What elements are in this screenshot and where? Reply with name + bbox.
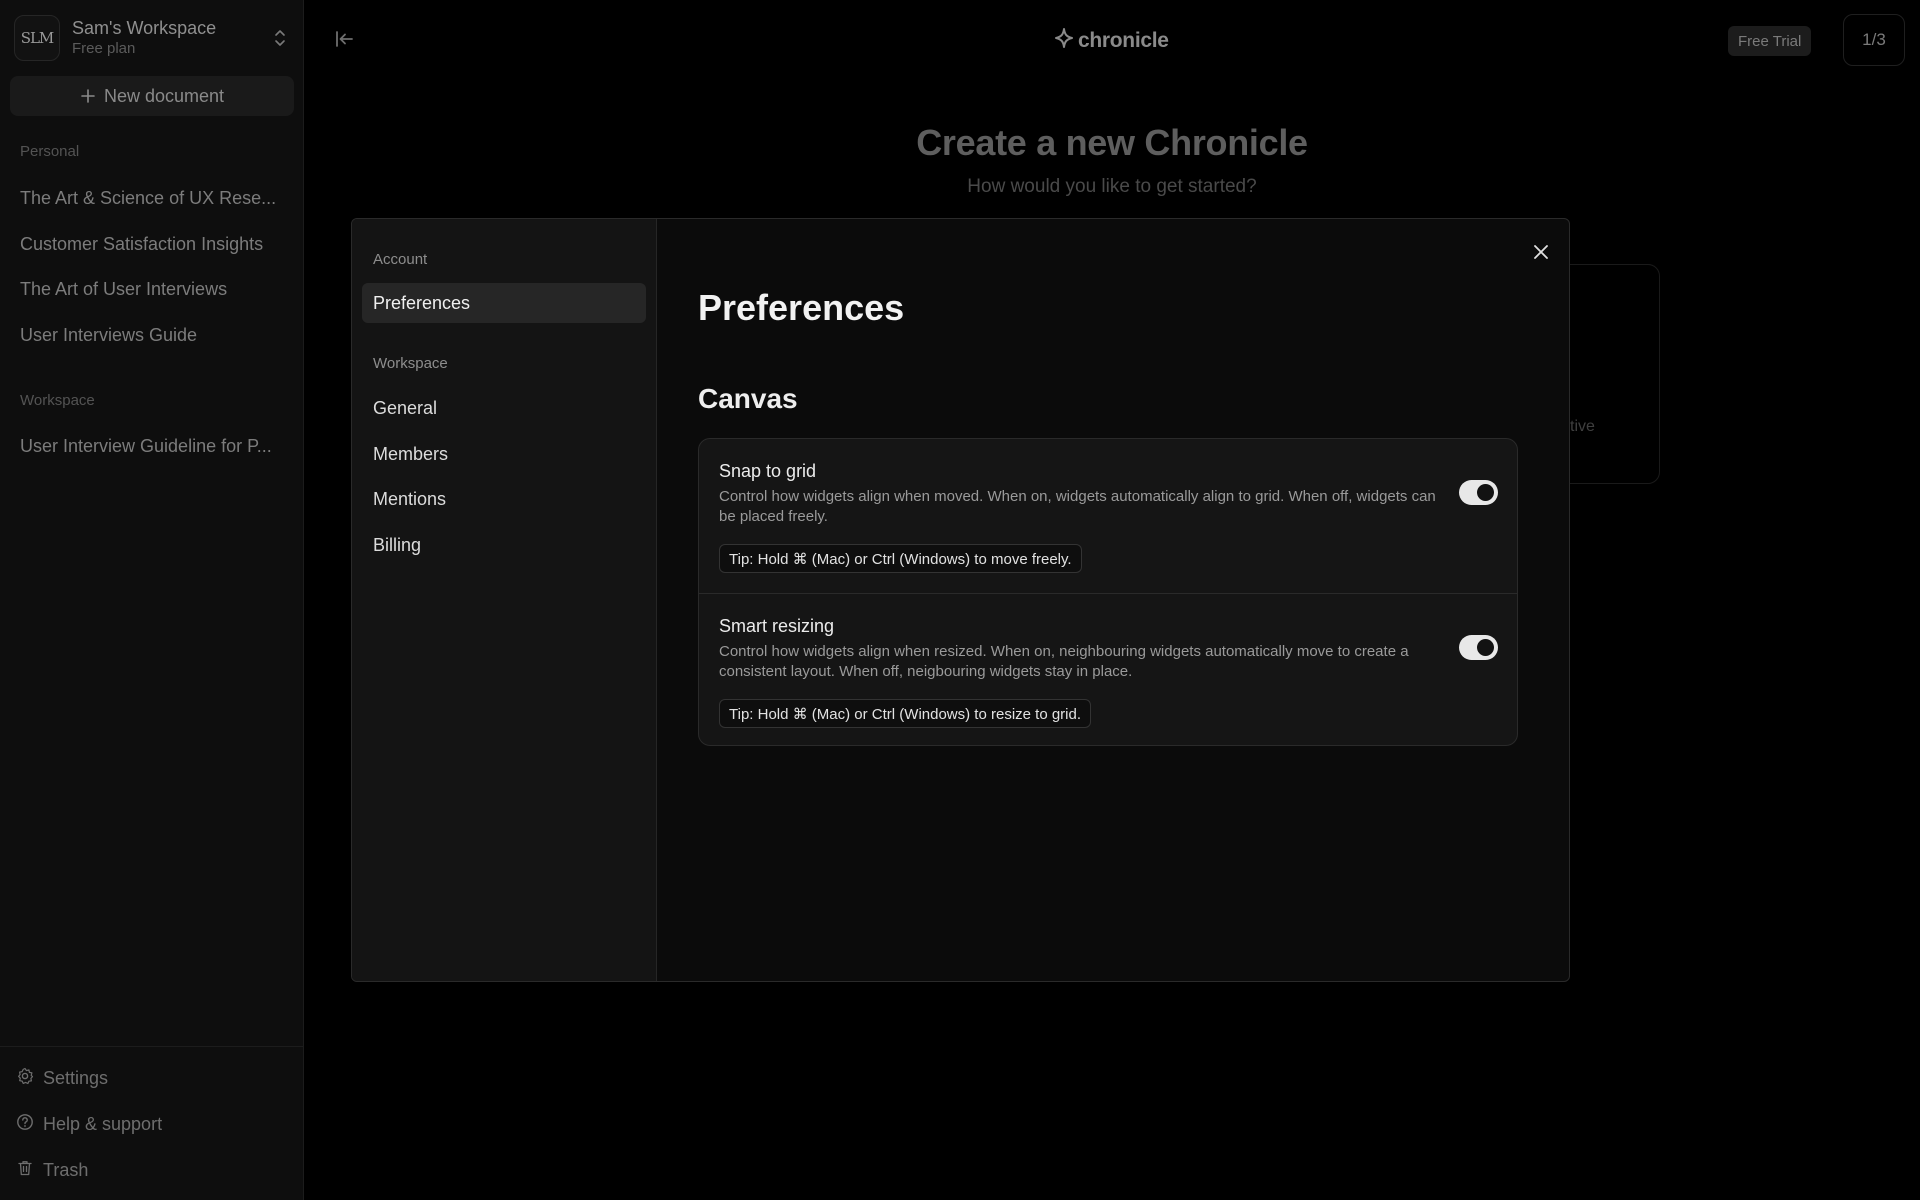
close-icon bbox=[1532, 243, 1550, 266]
section-title-canvas: Canvas bbox=[698, 383, 798, 414]
new-document-button[interactable]: New document bbox=[10, 76, 294, 116]
nav-item-preferences[interactable]: Preferences bbox=[362, 283, 646, 323]
question-circle-icon bbox=[16, 1113, 43, 1136]
collapse-sidebar-icon bbox=[334, 29, 356, 54]
nav-item-billing[interactable]: Billing bbox=[362, 525, 646, 565]
setting-description: Control how widgets align when resized. … bbox=[719, 643, 1409, 680]
trash-link[interactable]: Trash bbox=[16, 1159, 88, 1182]
page-subtitle: How would you like to get started? bbox=[967, 176, 1257, 197]
nav-item-members[interactable]: Members bbox=[362, 434, 646, 474]
snap-to-grid-toggle[interactable] bbox=[1459, 480, 1498, 505]
sidebar-doc-item[interactable]: User Interviews Guide bbox=[20, 323, 290, 347]
toggle-knob bbox=[1477, 484, 1494, 501]
section-personal: Personal bbox=[20, 143, 80, 160]
setting-snap-to-grid: Snap to grid Control how widgets align w… bbox=[699, 439, 1517, 592]
sidebar-doc-item[interactable]: Customer Satisfaction Insights bbox=[20, 232, 290, 256]
settings-label: Settings bbox=[43, 1068, 109, 1088]
sidebar-doc-item[interactable]: The Art of User Interviews bbox=[20, 277, 290, 301]
close-button[interactable] bbox=[1526, 239, 1556, 269]
nav-section-account: Account bbox=[373, 251, 428, 268]
setting-tip: Tip: Hold ⌘ (Mac) or Ctrl (Windows) to m… bbox=[719, 544, 1082, 573]
settings-nav: Account Preferences Workspace General Me… bbox=[352, 219, 657, 981]
brand-logo: chronicle bbox=[1054, 26, 1169, 56]
workspace-name: Sam's Workspace bbox=[72, 18, 217, 38]
collapse-sidebar-button[interactable] bbox=[332, 28, 358, 54]
modal-title: Preferences bbox=[698, 287, 905, 328]
sidebar-doc-item[interactable]: The Art & Science of UX Rese... bbox=[20, 186, 290, 210]
settings-link[interactable]: Settings bbox=[16, 1067, 108, 1090]
gear-icon bbox=[16, 1067, 43, 1090]
canvas-settings-card: Snap to grid Control how widgets align w… bbox=[698, 438, 1518, 746]
setting-description: Control how widgets align when moved. Wh… bbox=[719, 488, 1436, 525]
page-title: Create a new Chronicle bbox=[916, 122, 1308, 163]
help-support-label: Help & support bbox=[43, 1114, 163, 1134]
setting-label: Snap to grid bbox=[719, 461, 817, 481]
smart-resizing-toggle[interactable] bbox=[1459, 635, 1498, 660]
brand-name: chronicle bbox=[1078, 29, 1169, 52]
workspace-plan: Free plan bbox=[72, 40, 136, 57]
help-support-link[interactable]: Help & support bbox=[16, 1113, 162, 1136]
setting-smart-resizing: Smart resizing Control how widgets align… bbox=[699, 593, 1517, 746]
settings-modal: Account Preferences Workspace General Me… bbox=[351, 218, 1570, 982]
nav-section-workspace: Workspace bbox=[373, 355, 448, 372]
setting-tip: Tip: Hold ⌘ (Mac) or Ctrl (Windows) to r… bbox=[719, 699, 1092, 728]
workspace-logo: SLM bbox=[14, 15, 60, 61]
chevron-up-down-icon[interactable] bbox=[270, 23, 290, 53]
nav-item-mentions[interactable]: Mentions bbox=[362, 479, 646, 519]
plus-icon bbox=[80, 88, 96, 104]
nav-item-general[interactable]: General bbox=[362, 388, 646, 428]
workspace-switcher[interactable]: SLM Sam's Workspace Free plan bbox=[14, 14, 290, 62]
free-trial-badge[interactable]: Free Trial bbox=[1728, 26, 1812, 56]
sidebar: SLM Sam's Workspace Free plan New docume… bbox=[0, 0, 304, 1200]
sidebar-footer: Settings Help & support Trash bbox=[0, 1046, 304, 1200]
new-document-label: New document bbox=[103, 85, 225, 106]
setting-label: Smart resizing bbox=[719, 616, 835, 636]
toggle-knob bbox=[1477, 639, 1494, 656]
sidebar-doc-item[interactable]: User Interview Guideline for P... bbox=[20, 434, 290, 458]
section-workspace: Workspace bbox=[20, 392, 95, 409]
trash-icon bbox=[16, 1159, 43, 1182]
trash-label: Trash bbox=[43, 1160, 89, 1180]
sparkle-icon bbox=[1054, 27, 1078, 55]
page-counter[interactable]: 1/3 bbox=[1843, 14, 1905, 66]
